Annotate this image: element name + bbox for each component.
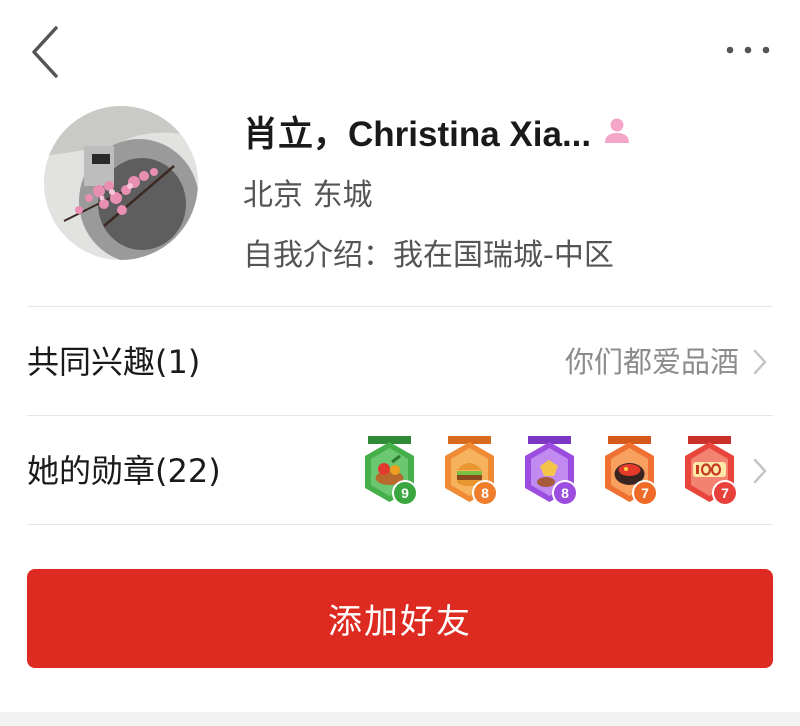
medal-badge[interactable]: 7	[602, 436, 658, 508]
medal-count: 7	[712, 480, 738, 506]
top-bar	[0, 0, 800, 100]
medal-count: 9	[392, 480, 418, 506]
chevron-right-icon	[753, 458, 767, 484]
shared-interests-row[interactable]: 共同兴趣(1) 你们都爱品酒	[27, 309, 773, 415]
more-dots-icon	[726, 46, 770, 54]
divider	[27, 415, 773, 416]
medal-count: 8	[552, 480, 578, 506]
user-name: 肖立，Christina Xia...	[243, 114, 592, 154]
medal-count: 7	[632, 480, 658, 506]
chevron-left-icon	[32, 26, 58, 78]
add-friend-button[interactable]: 添加好友	[27, 569, 773, 668]
medal-badge[interactable]: 8	[522, 436, 578, 508]
medal-list: 9 8 8 7 7	[362, 436, 738, 508]
avatar-photo	[44, 106, 198, 260]
medal-count: 8	[472, 480, 498, 506]
chevron-right-icon	[753, 349, 767, 375]
medals-label: 她的勋章(22)	[27, 452, 221, 490]
name-row: 肖立，Christina Xia...	[243, 106, 633, 156]
medal-badge[interactable]: 7	[682, 436, 738, 508]
bio-text: 自我介绍：我在国瑞城-中区	[243, 238, 614, 273]
medal-badge[interactable]: 8	[442, 436, 498, 508]
shared-interests-value: 你们都爱品酒	[564, 345, 739, 379]
location-text: 北京 东城	[243, 178, 373, 213]
divider	[27, 524, 773, 525]
bottom-strip	[0, 712, 800, 726]
medal-badge[interactable]: 9	[362, 436, 418, 508]
back-button[interactable]	[22, 22, 72, 82]
shared-interests-label: 共同兴趣(1)	[27, 343, 201, 381]
medals-row[interactable]: 她的勋章(22) 9 8 8 7 7	[27, 418, 773, 524]
avatar[interactable]	[44, 106, 198, 260]
divider	[27, 306, 773, 307]
more-button[interactable]	[718, 32, 778, 68]
female-person-icon	[605, 118, 630, 143]
profile-header: 肖立，Christina Xia... 北京 东城 自我介绍：我在国瑞城-中区	[0, 100, 800, 300]
